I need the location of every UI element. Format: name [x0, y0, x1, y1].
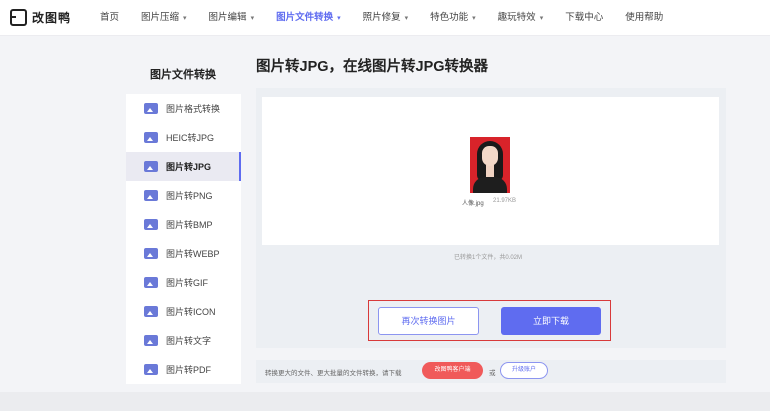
- sidebar-title: 图片文件转换: [150, 69, 216, 81]
- client-download-button[interactable]: 改图鸭客户端: [422, 362, 483, 379]
- nav-item-label: 趣玩特效: [497, 12, 536, 23]
- image-icon: [144, 219, 158, 230]
- sidebar-item-label: 图片转JPG: [166, 162, 212, 172]
- sidebar-item-to-text[interactable]: 图片转文字: [126, 326, 241, 355]
- image-icon: [144, 277, 158, 288]
- sidebar: 图片格式转换 HEIC转JPG 图片转JPG 图片转PNG 图片转BMP 图片转WEBP 图…: [126, 94, 241, 384]
- image-icon: [144, 335, 158, 346]
- image-icon: [144, 190, 158, 201]
- image-icon: [144, 103, 158, 114]
- or-text: 或: [489, 370, 496, 377]
- nav-item-home[interactable]: 首页: [100, 0, 119, 36]
- sidebar-item-format-convert[interactable]: 图片格式转换: [126, 94, 241, 123]
- sidebar-item-to-webp[interactable]: 图片转WEBP: [126, 239, 241, 268]
- chevron-down-icon: ▾: [250, 15, 255, 22]
- image-icon: [144, 364, 158, 375]
- file-size: 21.97KB: [493, 198, 517, 204]
- nav-item-special-features[interactable]: 特色功能 ▾: [430, 0, 476, 36]
- chevron-down-icon: ▾: [404, 15, 409, 22]
- footer-strip: [0, 392, 770, 411]
- nav-item-label: 图片文件转换: [276, 12, 334, 23]
- conversion-info: 已转换1个文件，共0.02M: [454, 255, 523, 261]
- sidebar-item-label: 图片转WEBP: [166, 249, 220, 259]
- sidebar-item-label: 图片转GIF: [166, 278, 208, 288]
- sidebar-item-label: 图片转PDF: [166, 365, 212, 375]
- nav-item-download-center[interactable]: 下载中心: [565, 0, 603, 36]
- nav-item-image-compress[interactable]: 图片压缩 ▾: [141, 0, 187, 36]
- upgrade-account-button[interactable]: 升级账户: [500, 362, 548, 379]
- sidebar-item-to-icon[interactable]: 图片转ICON: [126, 297, 241, 326]
- download-now-button[interactable]: 立即下载: [501, 307, 601, 335]
- chevron-down-icon: ▾: [472, 15, 476, 22]
- nav-item-label: 照片修复: [362, 12, 401, 23]
- sidebar-item-heic-to-jpg[interactable]: HEIC转JPG: [126, 123, 241, 152]
- image-icon: [144, 161, 158, 172]
- page-title: 图片转JPG，在线图片转JPG转换器: [256, 59, 489, 75]
- main-nav: 首页 图片压缩 ▾ 图片编辑 ▾ 图片文件转换 ▾ 照片修复 ▾ 特色功能 ▾ 趣玩特效 ▾ 下载中心 使用…: [100, 0, 685, 36]
- sidebar-item-to-jpg[interactable]: 图片转JPG: [126, 152, 241, 181]
- chevron-down-icon: ▾: [539, 15, 544, 22]
- sidebar-item-label: 图片格式转换: [166, 104, 221, 114]
- sidebar-item-to-bmp[interactable]: 图片转BMP: [126, 210, 241, 239]
- sidebar-item-label: 图片转BMP: [166, 220, 213, 230]
- app-name: 改图鸭: [32, 11, 72, 25]
- file-name: 人像.jpg: [462, 201, 484, 207]
- nav-item-image-edit[interactable]: 图片编辑 ▾: [209, 0, 255, 36]
- logo-icon: [10, 9, 27, 26]
- nav-item-fun-effects[interactable]: 趣玩特效 ▾: [498, 0, 544, 36]
- sidebar-item-label: HEIC转JPG: [166, 133, 215, 143]
- nav-item-label: 特色功能: [430, 12, 469, 23]
- sidebar-item-to-gif[interactable]: 图片转GIF: [126, 268, 241, 297]
- nav-item-label: 图片压缩: [141, 12, 180, 23]
- nav-item-photo-repair[interactable]: 照片修复 ▾: [363, 0, 409, 36]
- convert-again-button[interactable]: 再次转换图片: [378, 307, 479, 335]
- sidebar-item-label: 图片转ICON: [166, 307, 216, 317]
- nav-item-image-file-convert[interactable]: 图片文件转换 ▾: [276, 0, 341, 36]
- image-icon: [144, 306, 158, 317]
- promo-text: 转换更大的文件、更大批量的文件转换，请下载: [265, 370, 402, 377]
- sidebar-item-to-pdf[interactable]: 图片转PDF: [126, 355, 241, 384]
- chevron-down-icon: ▾: [183, 15, 187, 22]
- chevron-down-icon: ▾: [337, 15, 341, 22]
- sidebar-item-label: 图片转PNG: [166, 191, 213, 201]
- image-thumbnail[interactable]: [470, 137, 510, 193]
- nav-item-label: 首页: [100, 12, 120, 23]
- image-icon: [144, 132, 158, 143]
- image-icon: [144, 248, 158, 259]
- logo[interactable]: 改图鸭: [10, 9, 71, 26]
- sidebar-item-label: 图片转文字: [166, 336, 212, 346]
- nav-item-label: 使用帮助: [625, 12, 664, 23]
- sidebar-item-to-png[interactable]: 图片转PNG: [126, 181, 241, 210]
- top-navigation-bar: 改图鸭 首页 图片压缩 ▾ 图片编辑 ▾ 图片文件转换 ▾ 照片修复 ▾ 特色功能 ▾ 趣玩特效 ▾ 下载…: [0, 0, 770, 36]
- nav-item-help[interactable]: 使用帮助: [625, 0, 663, 36]
- nav-item-label: 下载中心: [565, 12, 604, 23]
- nav-item-label: 图片编辑: [208, 12, 247, 23]
